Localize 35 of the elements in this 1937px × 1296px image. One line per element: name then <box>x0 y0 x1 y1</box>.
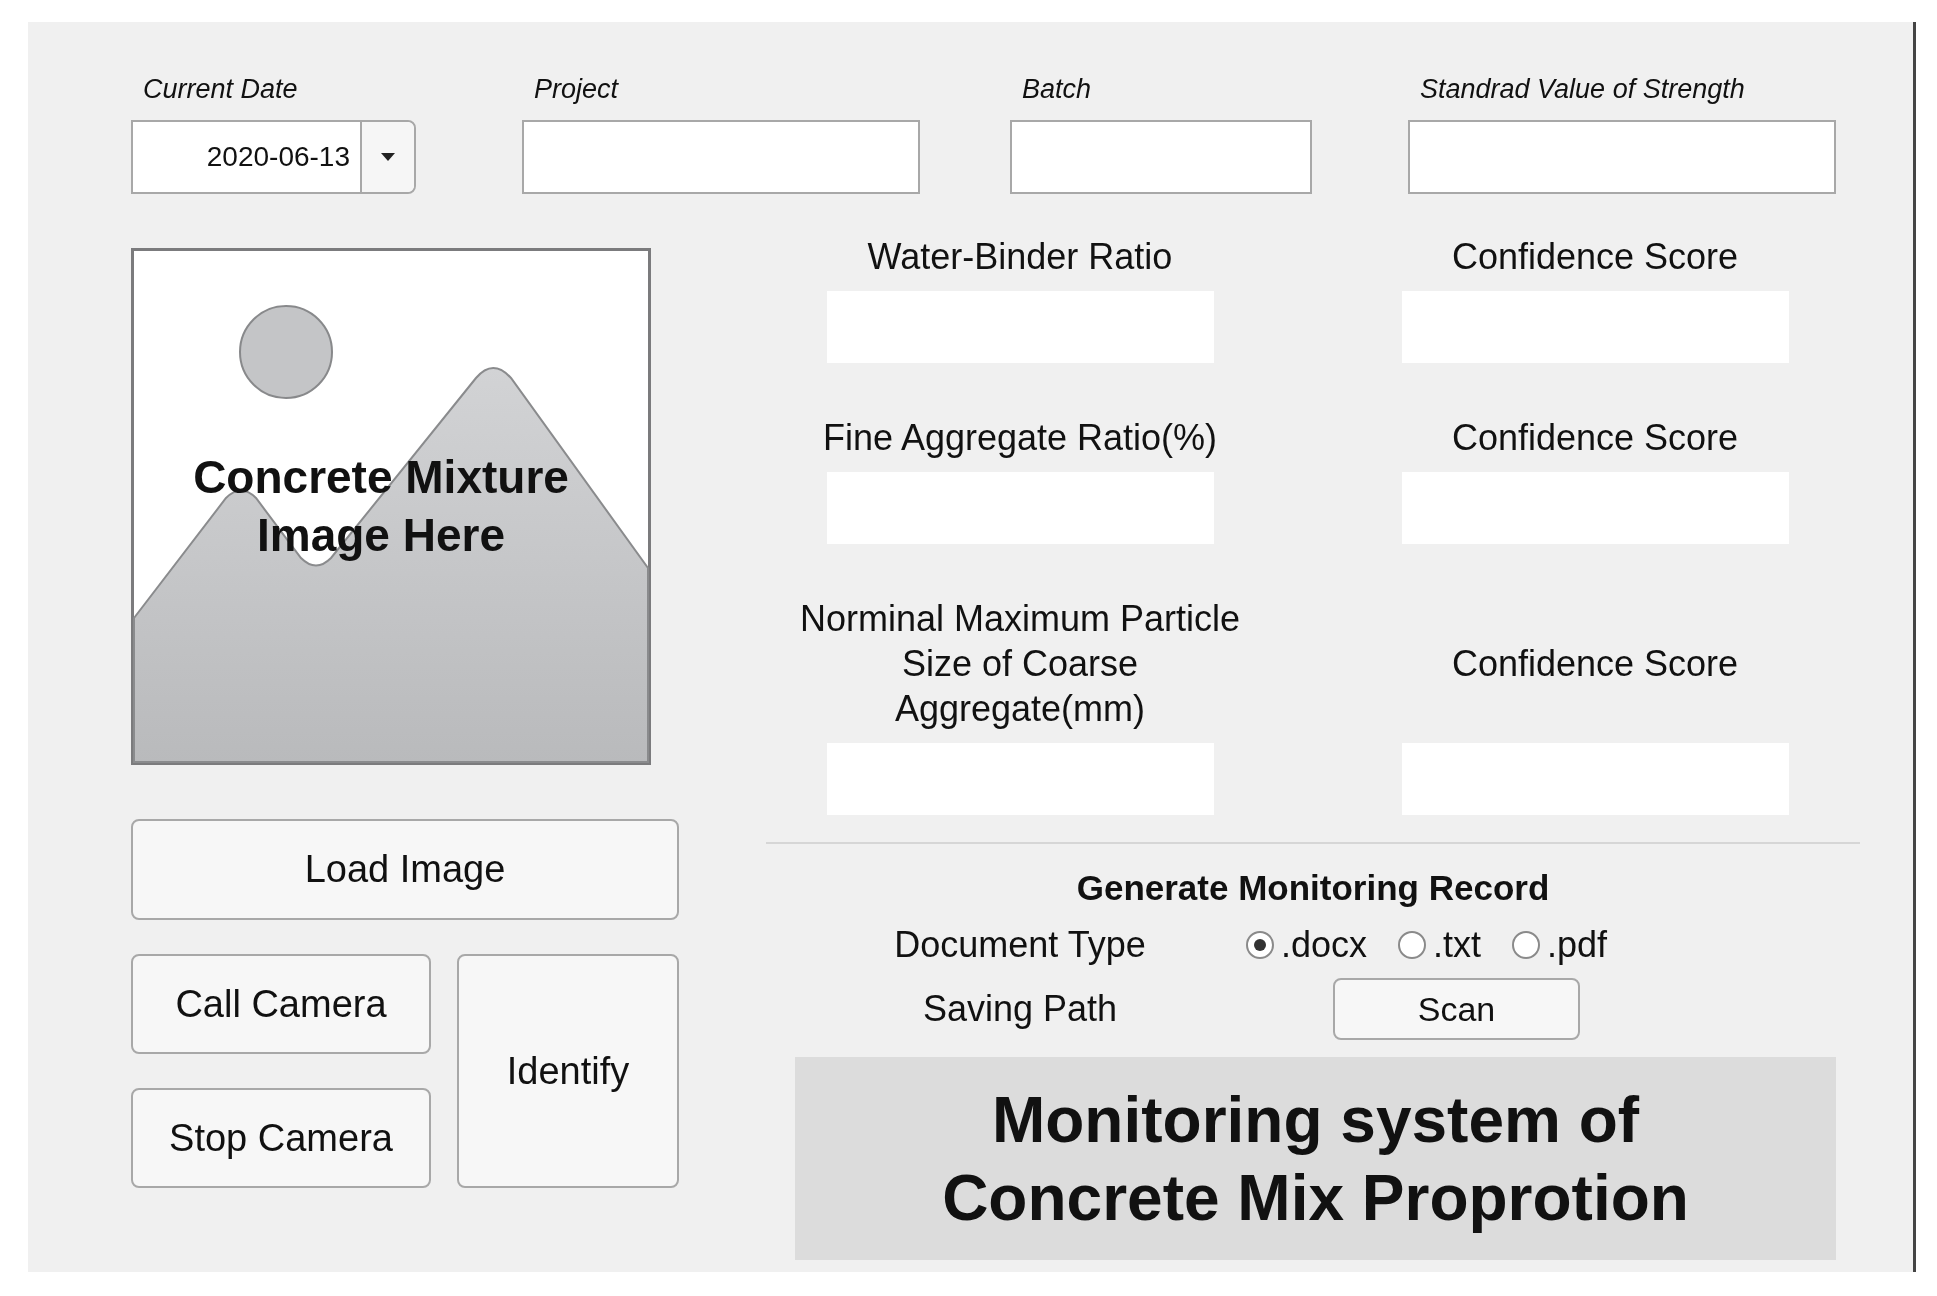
image-placeholder-icon <box>131 248 651 765</box>
output-label: Norminal Maximum Particle Size of Coarse Aggregate(mm) <box>798 597 1242 731</box>
button[interactable]: Identify <box>457 954 679 1188</box>
output-label: Confidence Score <box>1451 235 1739 279</box>
field-label: Document Type <box>893 924 1147 966</box>
placeholder-text: Concrete Mixture Image Here <box>192 450 570 563</box>
section-title: Generate Monitoring Record <box>1075 868 1551 908</box>
field-label: Current Date <box>143 73 299 106</box>
radio-option[interactable]: .txt <box>1397 924 1482 966</box>
radio-button[interactable] <box>1245 930 1275 960</box>
field-label: Batch <box>1022 73 1093 106</box>
output-label: Confidence Score <box>1451 416 1739 460</box>
radio-button[interactable] <box>1511 930 1542 960</box>
radio-option[interactable]: .pdf <box>1511 924 1608 966</box>
button[interactable]: Call Camera <box>131 954 431 1054</box>
banner-title: Monitoring system of <box>991 1082 1640 1158</box>
button[interactable]: Stop Camera <box>131 1088 431 1188</box>
input-field[interactable] <box>1010 120 1312 194</box>
date-picker[interactable]: 2020-06-13 <box>131 120 416 194</box>
field-label: Project <box>534 73 620 106</box>
banner-title: Concrete Mix Proprotion <box>942 1160 1689 1236</box>
radio-button[interactable] <box>1397 930 1428 960</box>
field-label: Standrad Value of Strength <box>1420 73 1746 106</box>
input-field[interactable] <box>1408 120 1836 194</box>
output-label: Fine Aggregate Ratio(%) <box>822 416 1218 460</box>
button[interactable]: Load Image <box>131 819 679 920</box>
input-field[interactable] <box>522 120 920 194</box>
radio-option[interactable]: .docx <box>1245 924 1368 966</box>
date-value: 2020-06-13 <box>205 140 351 174</box>
dropdown-button[interactable] <box>360 122 414 192</box>
field-label: Saving Path <box>921 988 1119 1030</box>
scan-button[interactable]: Scan <box>1333 978 1580 1040</box>
output-label: Confidence Score <box>1451 642 1739 686</box>
caret-icon <box>381 153 395 161</box>
output-label: Water-Binder Ratio <box>867 235 1173 279</box>
